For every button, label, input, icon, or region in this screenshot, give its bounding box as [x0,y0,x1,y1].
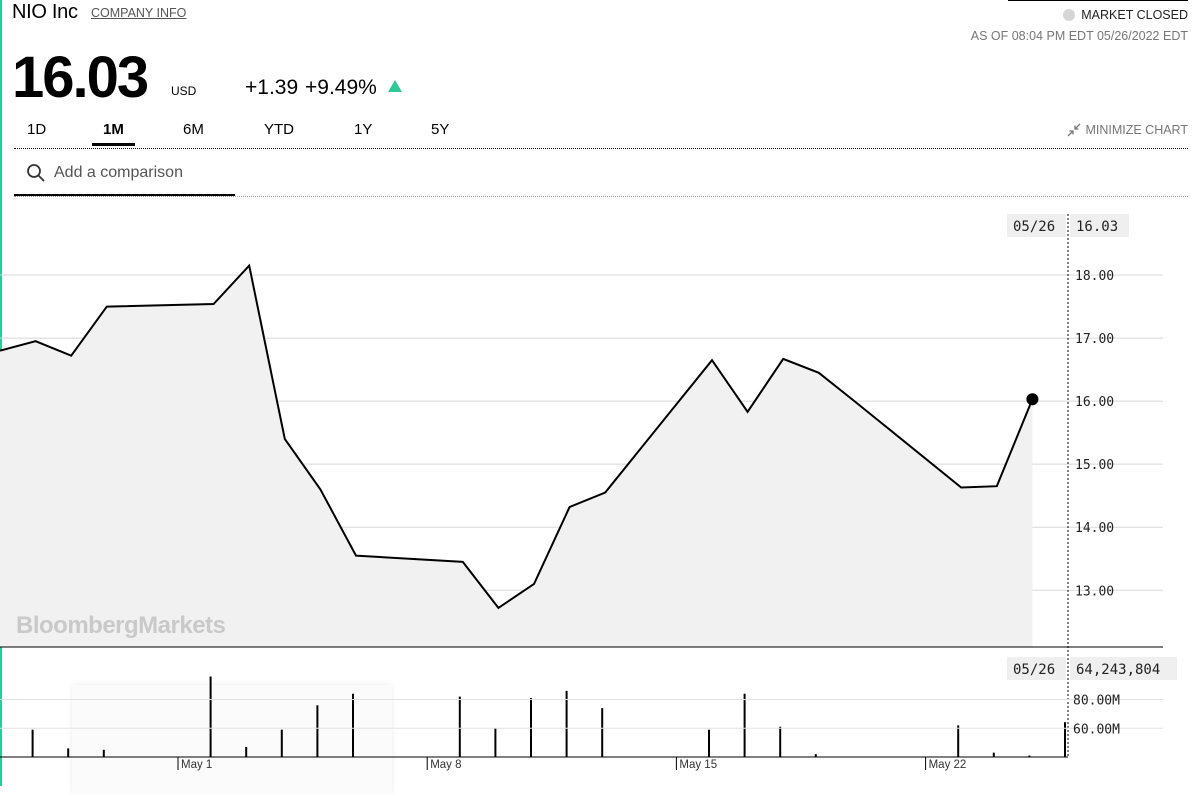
volume-bars [31,676,1066,757]
x-axis: May 1 May 8 May 15 May 22 [0,756,1068,771]
price-tick-label: 18.00 [1075,269,1114,284]
price-y-ticks: 18.00 17.00 16.00 15.00 14.00 13.00 [1075,269,1114,599]
price-volume-chart: 18.00 17.00 16.00 15.00 14.00 13.00 80.00M 60.… [0,214,1177,771]
last-price-marker [1026,393,1039,406]
volume-crosshair-value: 64,243,804 [1076,662,1160,678]
volume-tick-label: 80.00M [1073,694,1120,709]
price-tick-label: 14.00 [1075,521,1114,536]
bloomberg-watermark: BloombergMarkets [16,612,226,639]
price-tick-label: 13.00 [1075,584,1114,599]
volume-y-ticks: 80.00M 60.00M [0,694,1163,737]
price-crosshair-date: 05/26 [1013,219,1055,235]
price-tick-label: 16.00 [1075,395,1114,410]
price-crosshair-value: 16.03 [1076,219,1118,235]
x-tick-label: May 15 [679,759,717,771]
x-tick-label: May 8 [430,759,461,771]
price-tick-label: 15.00 [1075,458,1114,473]
price-tick-label: 17.00 [1075,332,1114,347]
volume-crosshair-date: 05/26 [1013,662,1055,678]
x-tick-label: May 1 [181,759,212,771]
x-tick-label: May 22 [929,759,967,771]
volume-tick-label: 60.00M [1073,722,1120,737]
